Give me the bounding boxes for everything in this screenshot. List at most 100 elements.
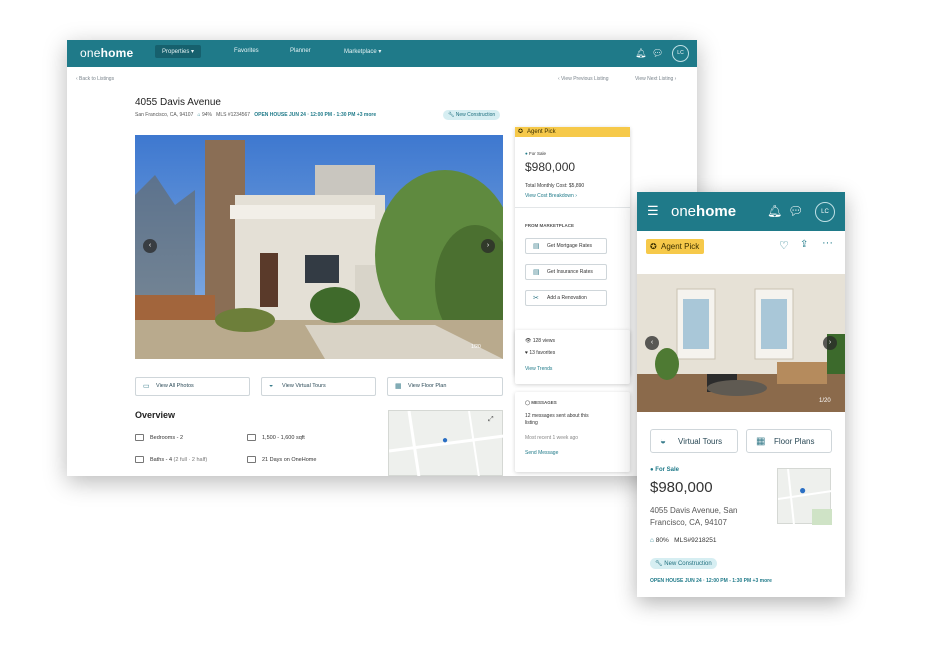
messages-card: ◯ MESSAGES 12 messages sent about this l… <box>515 392 630 472</box>
view-virtual-tours-button[interactable]: ◒ View Virtual Tours <box>261 377 376 396</box>
hamburger-menu-icon[interactable]: ☰ <box>647 203 659 219</box>
avatar[interactable]: LC <box>672 45 689 62</box>
send-message-link[interactable]: Send Message <box>525 450 558 456</box>
total-monthly-cost: Total Monthly Cost: $5,890 <box>525 183 585 189</box>
desktop-listing-window: onehome Properties ▾ Favorites Planner M… <box>67 40 697 476</box>
star-icon: ✪ <box>518 129 524 135</box>
mobile-top-nav: ☰ onehome 🔔︎ 💬︎ LC <box>637 192 845 231</box>
back-to-listings-link[interactable]: ‹ Back to Listings <box>76 76 114 82</box>
expand-map-icon[interactable]: ⤢ <box>488 416 494 424</box>
share-icon[interactable]: ⇪ <box>800 239 808 250</box>
vr-headset-icon: ◒ <box>269 382 274 389</box>
eye-icon: 👁︎ <box>525 338 533 344</box>
photo-counter: 1/20 <box>471 344 481 350</box>
badge-label: Agent Pick <box>527 129 556 135</box>
home-score: 94% <box>201 112 212 118</box>
logo-text-one: one <box>80 46 101 60</box>
mls-number: MLS #1234567 <box>216 112 251 118</box>
button-label: Get Insurance Rates <box>547 269 593 275</box>
listing-subline: San Francisco, CA, 94107 ⌂ 94% MLS #1234… <box>135 112 376 118</box>
listing-title: 4055 Davis Avenue <box>135 97 221 108</box>
more-options-icon[interactable]: ··· <box>822 237 833 249</box>
home-score: 80% <box>655 537 669 544</box>
wrench-icon: 🔧︎ <box>448 112 456 118</box>
onehome-logo[interactable]: onehome <box>671 203 736 220</box>
get-mortgage-rates-button[interactable]: ▤ Get Mortgage Rates <box>525 238 607 254</box>
open-house-info[interactable]: OPEN HOUSE JUN 24 · 12:00 PM - 1:30 PM +… <box>650 578 772 584</box>
star-icon: ✪ <box>650 242 657 251</box>
avatar[interactable]: LC <box>815 202 835 222</box>
photo-next-button[interactable]: › <box>481 239 495 253</box>
fact-sqft: 1,500 - 1,600 sqft <box>247 434 305 441</box>
map-pin-icon: ● <box>442 435 449 446</box>
fact-days-on-market: 21 Days on OneHome <box>247 456 316 463</box>
onehome-logo[interactable]: onehome <box>80 46 133 60</box>
photo-counter: 1/20 <box>819 398 831 404</box>
nav-marketplace[interactable]: Marketplace ▾ <box>344 48 381 55</box>
messages-summary-cont: listing <box>525 420 538 426</box>
view-cost-breakdown-link[interactable]: View Cost Breakdown › <box>525 193 577 199</box>
top-nav: onehome Properties ▾ Favorites Planner M… <box>67 40 697 67</box>
listing-price: $980,000 <box>650 479 713 496</box>
photo-next-button[interactable]: › <box>823 336 837 350</box>
button-label: View Floor Plan <box>408 383 447 389</box>
fact-label: 21 Days on OneHome <box>262 456 317 463</box>
button-label: View All Photos <box>156 383 194 389</box>
calendar-icon <box>247 456 256 463</box>
open-house-info[interactable]: OPEN HOUSE JUN 24 · 12:00 PM - 1:30 PM +… <box>254 112 376 118</box>
badge-label: Agent Pick <box>661 242 700 251</box>
document-icon: ▤ <box>533 269 540 276</box>
listing-price: $980,000 <box>525 160 576 174</box>
floor-plan-icon: ▦ <box>395 383 402 390</box>
new-construction-tag: 🔧︎ New Construction <box>650 558 717 569</box>
messages-summary: 12 messages sent about this <box>525 413 589 419</box>
status-label: For Sale <box>655 467 679 473</box>
virtual-tours-button[interactable]: ◒ Virtual Tours <box>650 429 738 453</box>
mini-map[interactable]: ● <box>777 468 833 526</box>
fact-baths: Baths - 4 (2 full · 2 half) <box>135 456 207 463</box>
area-icon <box>247 434 256 441</box>
bell-icon[interactable]: 🔔︎ <box>635 48 646 59</box>
button-label: Floor Plans <box>774 437 815 446</box>
mini-map[interactable]: ● ⤢ <box>388 410 505 476</box>
logo-text-one: one <box>671 203 697 220</box>
wrench-icon: 🔧︎ <box>655 561 665 567</box>
agent-pick-badge: ✪ Agent Pick <box>515 127 630 137</box>
marketplace-heading: FROM MARKETPLACE <box>525 223 574 228</box>
listing-photo[interactable]: ‹ › 1/20 <box>637 274 845 412</box>
nav-properties[interactable]: Properties ▾ <box>155 45 202 58</box>
status-label: For Sale <box>528 151 546 156</box>
chat-icon[interactable]: 💬︎ <box>652 48 663 59</box>
messages-recent: Most recent 1 week ago <box>525 435 579 441</box>
interior-photo-illustration <box>637 274 845 412</box>
view-all-photos-button[interactable]: ▭ View All Photos <box>135 377 250 396</box>
view-floor-plan-button[interactable]: ▦ View Floor Plan <box>387 377 503 396</box>
fact-label: Bedrooms - 2 <box>150 434 184 441</box>
nav-planner[interactable]: Planner <box>290 48 311 54</box>
bath-icon <box>135 456 144 463</box>
logo-text-home: home <box>100 46 134 60</box>
next-listing-link[interactable]: View Next Listing › <box>635 76 676 82</box>
previous-listing-link[interactable]: ‹ View Previous Listing <box>558 76 609 82</box>
photo-prev-button[interactable]: ‹ <box>645 336 659 350</box>
overview-heading: Overview <box>135 410 176 420</box>
listing-status: ● For Sale <box>525 151 546 156</box>
listing-photo[interactable]: ‹ › 1/20 <box>135 135 503 359</box>
heart-icon[interactable]: ♡ <box>779 239 789 252</box>
listing-score-mls: ⌂ 80% MLS#9218251 <box>650 537 716 544</box>
favorites-count: ♥ 13 favorites <box>525 350 555 356</box>
bed-icon <box>135 434 144 441</box>
photo-prev-button[interactable]: ‹ <box>143 239 157 253</box>
mobile-listing-screen: ☰ onehome 🔔︎ 💬︎ LC ✪ Agent Pick ♡ ⇪ ··· ‹… <box>637 192 845 597</box>
view-trends-link[interactable]: View Trends <box>525 366 552 372</box>
floor-plan-icon: ▦ <box>756 436 766 447</box>
nav-favorites[interactable]: Favorites <box>234 48 259 54</box>
floor-plans-button[interactable]: ▦ Floor Plans <box>746 429 832 453</box>
button-label: Get Mortgage Rates <box>547 243 593 249</box>
fact-detail: (2 full · 2 half) <box>173 456 208 463</box>
chat-icon[interactable]: 💬︎ <box>788 204 803 218</box>
new-construction-tag: 🔧︎ New Construction <box>443 110 501 120</box>
get-insurance-rates-button[interactable]: ▤ Get Insurance Rates <box>525 264 607 280</box>
bell-icon[interactable]: 🔔︎ <box>767 204 782 218</box>
add-renovation-button[interactable]: ✂ Add a Renovation <box>525 290 607 306</box>
